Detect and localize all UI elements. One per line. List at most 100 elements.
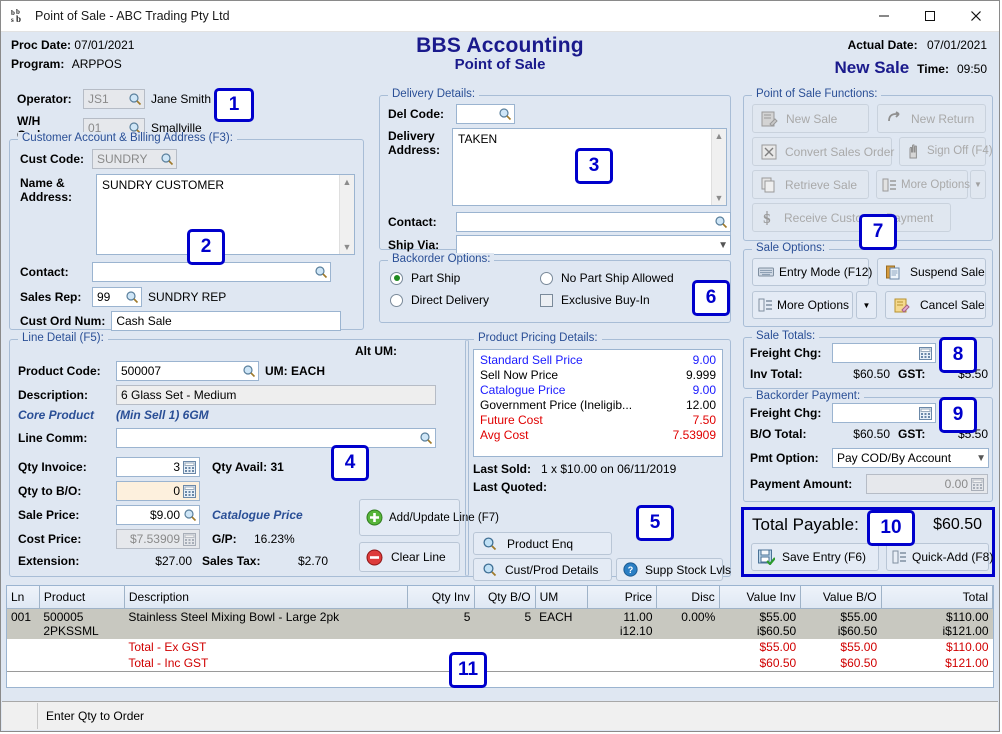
entry-mode-button[interactable]: Entry Mode (F12) — [752, 258, 869, 286]
search-icon[interactable] — [159, 152, 174, 167]
col-description[interactable]: Description — [124, 586, 407, 609]
search-icon[interactable] — [418, 431, 433, 446]
supp-stock-lvls-button[interactable]: ? Supp Stock Lvls — [616, 558, 723, 581]
delivery-address-scrollbar[interactable]: ▲▼ — [711, 129, 726, 205]
pricing-list[interactable]: Standard Sell Price 9.00 Sell Now Price … — [473, 349, 723, 457]
scroll-up-icon[interactable]: ▲ — [715, 131, 724, 141]
new-sale-button[interactable]: New Sale — [752, 104, 869, 133]
exclusive-buyin-row[interactable]: Exclusive Buy-In — [540, 293, 650, 307]
delivery-contact-field[interactable] — [456, 212, 731, 232]
col-total[interactable]: Total — [881, 586, 992, 609]
search-icon[interactable] — [124, 290, 139, 305]
sale-options-legend: Sale Options: — [752, 242, 829, 254]
total-inc-gst-value-bo: $60.50 — [800, 655, 881, 672]
cancel-sale-button[interactable]: Cancel Sale — [885, 291, 986, 319]
col-value-inv[interactable]: Value Inv — [719, 586, 800, 609]
sale-freight-label: Freight Chg: — [750, 346, 826, 360]
col-ln[interactable]: Ln — [7, 586, 39, 609]
calculator-icon[interactable] — [182, 460, 197, 475]
search-icon[interactable] — [127, 92, 142, 107]
calculator-icon[interactable] — [918, 346, 933, 361]
customer-group-legend: Customer Account & Billing Address (F3): — [18, 132, 237, 144]
chevron-down-icon[interactable]: ▼ — [974, 180, 982, 189]
product-code-field[interactable] — [116, 361, 259, 381]
clear-line-button[interactable]: Clear Line — [359, 542, 460, 572]
part-ship-radio-row[interactable]: Part Ship — [390, 271, 460, 285]
cost-price-field[interactable] — [116, 529, 200, 549]
col-product[interactable]: Product — [39, 586, 124, 609]
direct-delivery-radio[interactable] — [390, 294, 403, 307]
line-comm-field[interactable] — [116, 428, 436, 448]
description-field[interactable] — [116, 385, 436, 405]
sale-more-options-button[interactable]: More Options — [752, 291, 853, 319]
calculator-icon[interactable] — [918, 406, 933, 421]
time-value: 09:50 — [957, 62, 987, 76]
search-icon[interactable] — [497, 107, 512, 122]
direct-delivery-radio-row[interactable]: Direct Delivery — [390, 293, 489, 307]
minimize-button[interactable] — [861, 1, 907, 31]
cust-contact-field[interactable] — [92, 262, 331, 282]
marker-8: 8 — [939, 337, 977, 373]
search-icon[interactable] — [313, 265, 328, 280]
retrieve-sale-button[interactable]: Retrieve Sale — [752, 170, 869, 199]
payment-amount-field[interactable] — [866, 474, 988, 494]
ship-via-select[interactable]: ▼ — [456, 235, 731, 255]
qty-invoice-field[interactable] — [116, 457, 200, 477]
del-code-field[interactable] — [456, 104, 515, 124]
pos-more-options-button[interactable]: More Options — [876, 170, 968, 199]
save-entry-button[interactable]: Save Entry (F6) — [751, 543, 879, 571]
col-price[interactable]: Price — [588, 586, 657, 609]
col-value-bo[interactable]: Value B/O — [800, 586, 881, 609]
line-items-grid[interactable]: Ln Product Description Qty Inv Qty B/O U… — [6, 585, 994, 688]
name-address-scrollbar[interactable]: ▲▼ — [339, 175, 354, 254]
no-part-ship-radio-row[interactable]: No Part Ship Allowed — [540, 271, 674, 285]
cust-code-field[interactable] — [92, 149, 177, 169]
search-icon[interactable] — [182, 508, 197, 523]
chevron-down-icon[interactable]: ▼ — [863, 301, 871, 310]
bo-freight-field[interactable] — [832, 403, 936, 423]
quick-add-button[interactable]: Quick-Add (F8) — [886, 543, 989, 571]
sign-off-button[interactable]: Sign Off (F4) — [899, 137, 986, 166]
cell-value-inv-ex: $55.00 — [723, 610, 796, 624]
table-row[interactable]: 001 500005 2PKSSML Stainless Steel Mixin… — [7, 609, 993, 640]
product-enq-button[interactable]: Product Enq — [473, 532, 612, 555]
pos-more-options-dropdown[interactable]: ▼ — [970, 170, 986, 199]
no-part-ship-radio[interactable] — [540, 272, 553, 285]
new-return-button[interactable]: New Return — [877, 104, 986, 133]
col-qty-inv[interactable]: Qty Inv — [408, 586, 475, 609]
cell-value-bo-ex: $55.00 — [804, 610, 877, 624]
scroll-down-icon[interactable]: ▼ — [715, 193, 724, 203]
remove-circle-icon — [366, 549, 383, 566]
calculator-icon[interactable] — [182, 484, 197, 499]
name-address-value: SUNDRY CUSTOMER — [102, 178, 224, 192]
sale-more-options-dropdown[interactable]: ▼ — [856, 291, 877, 319]
cust-prod-details-button[interactable]: Cust/Prod Details — [473, 558, 612, 581]
col-qty-bo[interactable]: Qty B/O — [474, 586, 535, 609]
scroll-up-icon[interactable]: ▲ — [343, 177, 352, 187]
qty-bo-field[interactable] — [116, 481, 200, 501]
add-update-line-button[interactable]: Add/Update Line (F7) — [359, 499, 460, 536]
name-address-textarea[interactable]: SUNDRY CUSTOMER ▲▼ — [96, 174, 355, 255]
suspend-sale-button[interactable]: Suspend Sale — [877, 258, 986, 286]
program-label: Program: — [11, 57, 64, 71]
operator-code-field[interactable] — [83, 89, 145, 109]
close-button[interactable] — [953, 1, 999, 31]
pmt-option-select[interactable]: Pay COD/By Account ▼ — [832, 448, 989, 468]
chevron-down-icon[interactable]: ▼ — [718, 240, 728, 251]
cust-ord-field[interactable] — [111, 311, 341, 331]
search-icon[interactable] — [713, 215, 728, 230]
scroll-down-icon[interactable]: ▼ — [343, 242, 352, 252]
exclusive-buyin-checkbox[interactable] — [540, 294, 553, 307]
chevron-down-icon[interactable]: ▼ — [976, 453, 986, 464]
maximize-button[interactable] — [907, 1, 953, 31]
cost-price-input — [119, 531, 182, 547]
convert-sales-order-button[interactable]: Convert Sales Order — [752, 137, 892, 166]
col-disc[interactable]: Disc — [657, 586, 720, 609]
sale-price-field[interactable] — [116, 505, 200, 525]
part-ship-radio[interactable] — [390, 272, 403, 285]
sales-rep-field[interactable] — [92, 287, 142, 307]
sale-freight-field[interactable] — [832, 343, 936, 363]
receive-customer-payment-button[interactable]: S Receive Customer Payment — [752, 203, 951, 232]
search-icon[interactable] — [241, 364, 256, 379]
col-um[interactable]: UM — [535, 586, 588, 609]
